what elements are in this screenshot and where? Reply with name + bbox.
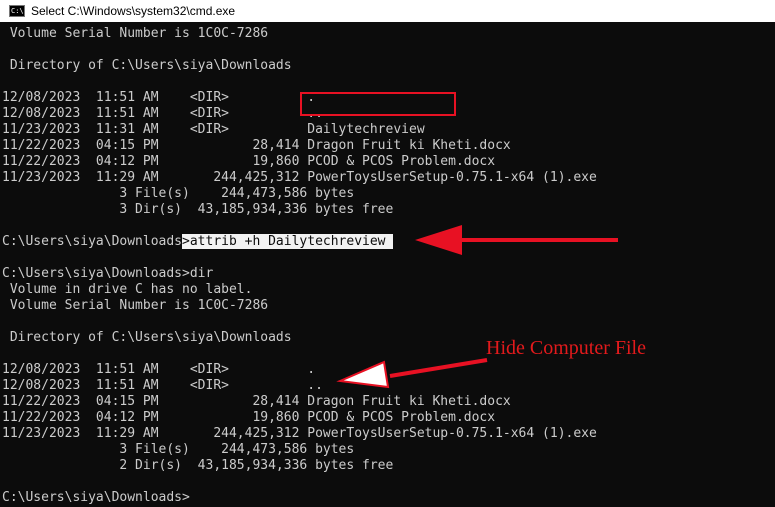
red-outline-arrow-icon bbox=[336, 358, 488, 389]
annotation-overlay bbox=[336, 225, 618, 389]
red-arrow-icon bbox=[415, 225, 618, 255]
annotation-label: Hide Computer File bbox=[486, 337, 646, 359]
